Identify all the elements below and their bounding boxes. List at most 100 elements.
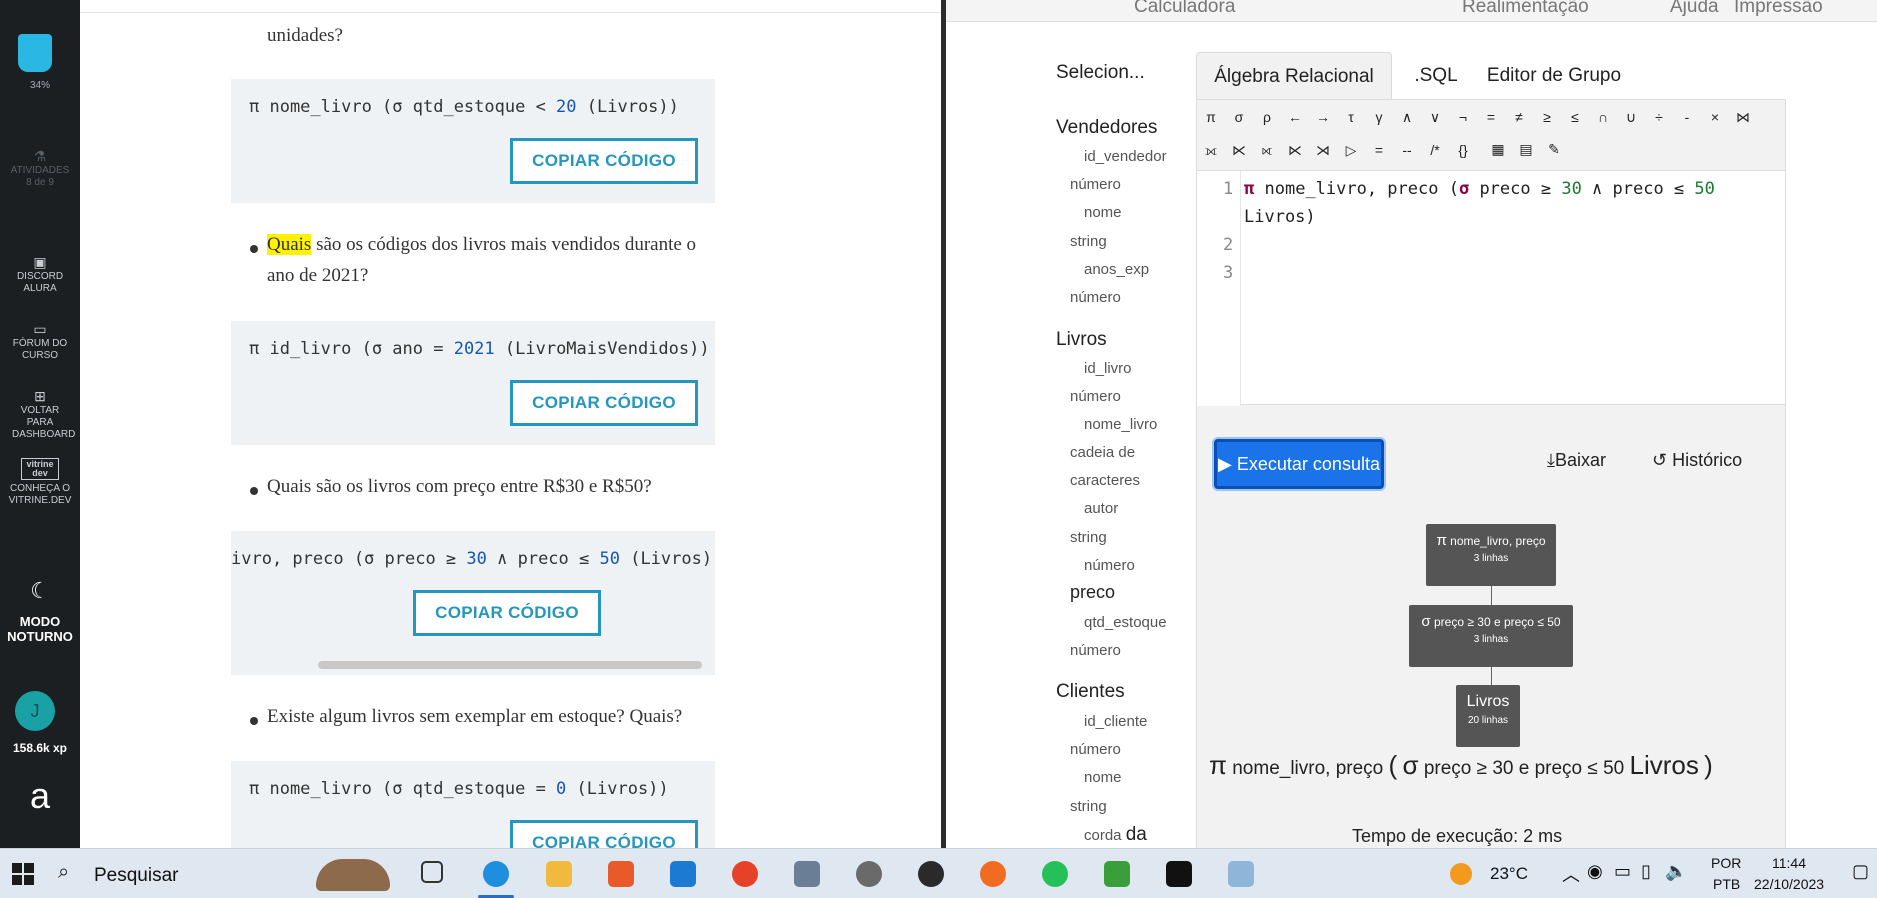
- operator-button[interactable]: =: [1368, 142, 1390, 158]
- operator-button[interactable]: ≥: [1536, 109, 1558, 125]
- table-livros[interactable]: Livros: [1056, 329, 1107, 351]
- microsoft-store-icon[interactable]: [608, 861, 634, 887]
- nav-impressao[interactable]: Impressão: [1734, 0, 1823, 18]
- attr-name[interactable]: nome: [1084, 204, 1122, 221]
- notification-icon[interactable]: ▢: [1852, 861, 1869, 882]
- game-app-icon[interactable]: [1104, 861, 1130, 887]
- operator-button[interactable]: {}: [1452, 142, 1474, 158]
- tab-algebra-relacional[interactable]: Álgebra Relacional: [1196, 52, 1392, 100]
- firefox-icon[interactable]: [980, 861, 1006, 887]
- query-line-1[interactable]: π nome_livro, preco (σ preco ≥ 30 ∧ prec…: [1244, 179, 1715, 199]
- tab-sql[interactable]: .SQL: [1406, 52, 1466, 100]
- notepad-icon[interactable]: [1228, 861, 1254, 887]
- operator-button[interactable]: ∨: [1424, 109, 1446, 126]
- operator-button[interactable]: γ: [1368, 109, 1390, 125]
- table-clientes[interactable]: Clientes: [1056, 681, 1125, 703]
- battery-icon[interactable]: ▯: [1641, 861, 1651, 882]
- operator-button[interactable]: ×: [1704, 109, 1726, 125]
- query-editor[interactable]: 1 2 3 π nome_livro, preco (σ preco ≥ 30 …: [1197, 170, 1785, 406]
- attr-name[interactable]: autor: [1084, 500, 1118, 517]
- nav-realimentacao[interactable]: Realimentação: [1462, 0, 1589, 18]
- nav-ajuda[interactable]: Ajuda: [1670, 0, 1719, 18]
- attr-name-hover[interactable]: preco: [1070, 582, 1115, 603]
- file-explorer-icon[interactable]: [546, 861, 572, 887]
- operator-button[interactable]: ←: [1284, 109, 1306, 125]
- nav-calculadora[interactable]: Calculadora: [1134, 0, 1235, 18]
- tree-node-selection[interactable]: σ preço ≥ 30 e preço ≤ 50 3 linhas: [1409, 605, 1573, 667]
- chrome-icon[interactable]: [732, 861, 758, 887]
- course-progress-icon[interactable]: [18, 34, 52, 72]
- calendar-icon[interactable]: ▤: [1515, 141, 1537, 158]
- attr-name[interactable]: qtd_estoque: [1084, 614, 1167, 631]
- table-vendedores[interactable]: Vendedores: [1056, 117, 1157, 139]
- attr-name[interactable]: anos_exp: [1084, 261, 1149, 278]
- operator-button[interactable]: ⋉: [1228, 142, 1250, 159]
- query-line-1-wrap[interactable]: Livros): [1244, 207, 1316, 227]
- copy-code-button-4[interactable]: COPIAR CÓDIGO: [510, 820, 698, 848]
- vitrine-link[interactable]: vitrine dev CONHEÇA O VITRINE.DEV: [0, 458, 80, 507]
- execute-query-button[interactable]: ▶ Executar consulta: [1214, 439, 1384, 489]
- operator-button[interactable]: ⋊: [1312, 142, 1334, 159]
- settings-icon[interactable]: [856, 861, 882, 887]
- task-view-icon[interactable]: [421, 861, 443, 883]
- operator-button[interactable]: ÷: [1648, 109, 1670, 125]
- dataset-selector[interactable]: Selecion...: [1056, 62, 1145, 84]
- operator-button[interactable]: ⟗: [1200, 142, 1222, 159]
- operator-button[interactable]: σ: [1228, 109, 1250, 125]
- download-button[interactable]: ⤓Baixar: [1547, 450, 1606, 471]
- activities-link[interactable]: ⚗ ATIVIDADES 8 de 9: [0, 149, 80, 189]
- clock-time[interactable]: 11:44: [1772, 855, 1806, 871]
- operator-button[interactable]: ⋉: [1284, 142, 1306, 159]
- attr-name[interactable]: id_livro: [1084, 360, 1132, 377]
- operator-button[interactable]: ∩: [1592, 109, 1614, 125]
- speedometer-icon[interactable]: [918, 861, 944, 887]
- operator-button[interactable]: ∧: [1396, 109, 1418, 126]
- attr-name[interactable]: nome: [1084, 769, 1122, 786]
- edge-icon[interactable]: [483, 861, 509, 887]
- keyboard-layout[interactable]: PTB: [1713, 876, 1740, 892]
- history-button[interactable]: ↺ Histórico: [1652, 450, 1742, 471]
- operator-button[interactable]: τ: [1340, 109, 1362, 125]
- clock-date[interactable]: 22/10/2023: [1754, 876, 1824, 892]
- operator-button[interactable]: /*: [1424, 142, 1446, 158]
- operator-button[interactable]: --: [1396, 142, 1418, 158]
- copy-code-button-1[interactable]: COPIAR CÓDIGO: [510, 138, 698, 184]
- record-icon[interactable]: ◉: [1587, 861, 1603, 882]
- dashboard-link[interactable]: ⊞ VOLTAR PARA DASHBOARD: [0, 389, 80, 441]
- operator-button[interactable]: ▷: [1340, 142, 1362, 159]
- mail-icon[interactable]: [670, 861, 696, 887]
- operator-button[interactable]: ¬: [1452, 109, 1474, 125]
- operator-button[interactable]: ∪: [1620, 109, 1642, 126]
- discord-link[interactable]: ▣ DISCORD ALURA: [0, 255, 80, 295]
- operator-button[interactable]: ≠: [1508, 109, 1530, 125]
- operator-button[interactable]: →: [1312, 109, 1334, 125]
- attr-name[interactable]: nome_livro: [1084, 416, 1157, 433]
- operator-button[interactable]: ρ: [1256, 109, 1278, 125]
- taskbar-search[interactable]: ⌕ Pesquisar: [44, 855, 394, 893]
- weather-widget[interactable]: 23°C: [1450, 861, 1560, 887]
- operator-button[interactable]: =: [1480, 109, 1502, 125]
- laptop-app-icon[interactable]: [794, 861, 820, 887]
- operator-button[interactable]: ⟖: [1256, 142, 1278, 159]
- table-icon[interactable]: ▦: [1487, 141, 1509, 158]
- whatsapp-icon[interactable]: [1042, 861, 1068, 887]
- night-mode-toggle[interactable]: ☾ MODO NOTURNO: [0, 578, 80, 644]
- terminal-icon[interactable]: [1166, 861, 1192, 887]
- tree-node-projection[interactable]: π nome_livro, preço 3 linhas: [1426, 524, 1556, 586]
- volume-icon[interactable]: 🔈: [1665, 861, 1687, 882]
- tray-chevron-icon[interactable]: ︿: [1562, 861, 1580, 887]
- tree-node-relation[interactable]: Livros 20 linhas: [1456, 685, 1520, 747]
- operator-button[interactable]: π: [1200, 109, 1222, 125]
- alura-logo[interactable]: a: [0, 776, 80, 816]
- start-button[interactable]: [12, 863, 34, 885]
- copy-code-button-3[interactable]: COPIAR CÓDIGO: [413, 590, 601, 636]
- forum-link[interactable]: ▭ FÓRUM DO CURSO: [0, 322, 80, 362]
- magic-wand-icon[interactable]: ✎: [1543, 141, 1565, 158]
- copy-code-button-2[interactable]: COPIAR CÓDIGO: [510, 380, 698, 426]
- tab-editor-de-grupo[interactable]: Editor de Grupo: [1479, 52, 1629, 100]
- horizontal-scrollbar[interactable]: [318, 661, 702, 669]
- operator-button[interactable]: ⋈: [1732, 109, 1754, 126]
- attr-name[interactable]: id_vendedor: [1084, 148, 1167, 165]
- operator-button[interactable]: -: [1676, 109, 1698, 125]
- operator-button[interactable]: ≤: [1564, 109, 1586, 125]
